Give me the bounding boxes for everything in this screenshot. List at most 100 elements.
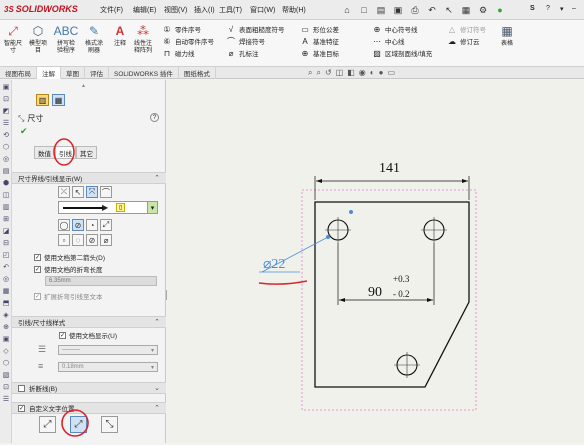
centerline-button[interactable]: ⋯ 中心线 bbox=[372, 35, 432, 47]
scene-icon[interactable]: ▭ bbox=[387, 68, 395, 79]
menu-help[interactable]: 帮助(H) bbox=[282, 5, 306, 15]
tool-strip-icon[interactable]: ↶ bbox=[1, 262, 11, 272]
tool-strip-icon[interactable]: ⬡ bbox=[1, 358, 11, 368]
menu-tools[interactable]: 工具(T) bbox=[219, 5, 242, 15]
smart-dimension-button[interactable]: ⤢ 智能尺寸 bbox=[2, 23, 24, 55]
horizontal-dimension-text[interactable]: 90 bbox=[368, 285, 382, 301]
hole-callout-button[interactable]: ⌀ 孔标注 bbox=[226, 47, 285, 59]
minimize-icon[interactable]: – bbox=[572, 5, 576, 12]
revision-cloud-button[interactable]: ☁ 修订云 bbox=[447, 35, 486, 47]
tool-strip-icon[interactable]: ◈ bbox=[1, 310, 11, 320]
area-hatch-button[interactable]: ▨ 区域剖面线/填充 bbox=[372, 47, 432, 59]
spell-check-button[interactable]: ABC 拼写检验程序 bbox=[54, 23, 79, 55]
menu-window[interactable]: 窗口(W) bbox=[250, 5, 275, 15]
tool-strip-icon[interactable]: ☰ bbox=[1, 118, 11, 128]
surface-finish-button[interactable]: √ 表面粗糙度符号 bbox=[226, 23, 285, 35]
tool-strip-icon[interactable]: ☰ bbox=[1, 394, 11, 404]
center-mark-button[interactable]: ⊕ 中心符号线 bbox=[372, 23, 432, 35]
tool-strip-icon[interactable]: ◇ bbox=[1, 346, 11, 356]
note-button[interactable]: A 注释 bbox=[109, 23, 131, 48]
format-painter-button[interactable]: ✎ 格式涂刷器 bbox=[83, 23, 105, 55]
datum-feature-button[interactable]: A 基准特征 bbox=[300, 35, 339, 47]
traffic-light-icon[interactable]: ● bbox=[493, 3, 507, 17]
balloon-icon: ① bbox=[163, 24, 171, 34]
tool-strip-icon[interactable]: ◰ bbox=[1, 250, 11, 260]
tool-strip-icon[interactable]: ⊞ bbox=[1, 214, 11, 224]
magnetic-line-icon: ⊓ bbox=[163, 48, 171, 58]
surface-finish-label: 表面粗糙度符号 bbox=[239, 27, 285, 34]
new-document-icon[interactable]: □ bbox=[357, 3, 371, 17]
heads-up-view-toolbar: ⌕ ⌕ ↺ ◫ ◧ ◉ ◐ ● ▭ bbox=[308, 68, 395, 79]
tool-strip-icon[interactable]: ◩ bbox=[1, 106, 11, 116]
tab-annotation[interactable]: 注解 bbox=[37, 67, 61, 79]
account-icon[interactable]: S bbox=[530, 5, 535, 12]
tab-view-layout[interactable]: 视图布局 bbox=[0, 67, 37, 79]
tool-strip-icon[interactable]: ▣ bbox=[1, 82, 11, 92]
arrowhead-icon bbox=[316, 179, 322, 183]
geometric-tolerance-button[interactable]: ▭ 形位公差 bbox=[300, 23, 339, 35]
undo-icon[interactable]: ↶ bbox=[425, 3, 439, 17]
tool-strip-icon[interactable]: ⊡ bbox=[1, 94, 11, 104]
tool-strip-icon[interactable]: ⟲ bbox=[1, 130, 11, 140]
menu-insert[interactable]: 插入(I) bbox=[194, 5, 215, 15]
balloon-label: 零件序号 bbox=[175, 27, 201, 34]
tool-strip-icon[interactable]: ⬒ bbox=[1, 298, 11, 308]
leader-handle-dot[interactable] bbox=[326, 235, 330, 239]
tool-strip-icon[interactable]: ⊟ bbox=[1, 238, 11, 248]
save-icon[interactable]: ▣ bbox=[391, 3, 405, 17]
tool-strip-icon[interactable]: ◪ bbox=[1, 226, 11, 236]
linear-note-pattern-button[interactable]: ⁂ 线性注释阵列 bbox=[132, 23, 154, 55]
datum-target-button[interactable]: ⊕ 基准目标 bbox=[300, 47, 339, 59]
print-icon[interactable]: ⎙ bbox=[408, 3, 422, 17]
zoom-area-icon[interactable]: ⌕ bbox=[316, 68, 320, 79]
tab-solidworks-addins[interactable]: SOLIDWORKS 插件 bbox=[109, 67, 179, 79]
tool-strip-icon[interactable]: ⊡ bbox=[1, 382, 11, 392]
zoom-to-fit-icon[interactable]: ⌕ bbox=[308, 68, 312, 79]
revision-symbol-button[interactable]: △ 修订符号 bbox=[447, 23, 486, 35]
leader-handle-dot[interactable] bbox=[349, 210, 353, 214]
revision-cloud-icon: ☁ bbox=[448, 36, 456, 46]
ribbon-column-symbols: √ 表面粗糙度符号 ⌒ 焊接符号 ⌀ 孔标注 bbox=[226, 23, 285, 59]
model-items-button[interactable]: ⬡ 模型项目 bbox=[27, 23, 49, 55]
open-folder-icon[interactable]: ▤ bbox=[374, 3, 388, 17]
diameter-dimension-text[interactable]: ⌀22 bbox=[263, 256, 285, 273]
hide-show-icon[interactable]: ◐ bbox=[370, 68, 375, 79]
menu-view[interactable]: 视图(V) bbox=[164, 5, 187, 15]
tool-strip-icon[interactable]: ◎ bbox=[1, 154, 11, 164]
auto-balloon-button[interactable]: ⑥ 自动零件序号 bbox=[162, 35, 214, 47]
tool-strip-icon[interactable]: ▤ bbox=[1, 166, 11, 176]
menu-file[interactable]: 文件(F) bbox=[100, 5, 123, 15]
drawing-canvas[interactable]: 141 ⌀22 90 +0.3 - 0.2 bbox=[167, 80, 584, 443]
tool-strip-icon[interactable]: ⊕ bbox=[1, 322, 11, 332]
home-icon[interactable]: ⌂ bbox=[340, 3, 354, 17]
help-dropdown-icon[interactable]: ▾ bbox=[560, 5, 564, 13]
tool-strip-icon[interactable]: ▦ bbox=[1, 286, 11, 296]
view-orientation-icon[interactable]: ◧ bbox=[347, 68, 355, 79]
menu-edit[interactable]: 编辑(E) bbox=[133, 5, 156, 15]
weld-symbol-button[interactable]: ⌒ 焊接符号 bbox=[226, 35, 285, 47]
balloon-button[interactable]: ① 零件序号 bbox=[162, 23, 214, 35]
section-view-icon[interactable]: ◫ bbox=[336, 68, 344, 79]
table-button[interactable]: ▦ 表格 bbox=[496, 23, 518, 48]
tool-strip-icon[interactable]: ◫ bbox=[1, 190, 11, 200]
help-icon[interactable]: ? bbox=[546, 5, 550, 12]
previous-view-icon[interactable]: ↺ bbox=[325, 68, 332, 79]
tab-sheet-format[interactable]: 图纸格式 bbox=[179, 67, 216, 79]
rebuild-icon[interactable]: ▦ bbox=[459, 3, 473, 17]
magnetic-line-button[interactable]: ⊓ 磁力线 bbox=[162, 47, 214, 59]
appearance-icon[interactable]: ● bbox=[379, 68, 384, 79]
options-gear-icon[interactable]: ⚙ bbox=[476, 3, 490, 17]
width-dimension-text[interactable]: 141 bbox=[379, 161, 400, 177]
spell-check-label: 拼写检验程序 bbox=[56, 41, 75, 54]
tool-strip-icon[interactable]: ▥ bbox=[1, 202, 11, 212]
tool-strip-icon[interactable]: ⬡ bbox=[1, 142, 11, 152]
display-style-icon[interactable]: ◉ bbox=[359, 68, 366, 79]
tool-strip-icon[interactable]: ⬢ bbox=[1, 178, 11, 188]
select-pointer-icon[interactable]: ↖ bbox=[442, 3, 456, 17]
tab-evaluate[interactable]: 评估 bbox=[85, 67, 109, 79]
tool-strip-icon[interactable]: ▧ bbox=[1, 370, 11, 380]
upper-tolerance-text: +0.3 bbox=[393, 274, 410, 284]
tab-sketch[interactable]: 草图 bbox=[61, 67, 85, 79]
tool-strip-icon[interactable]: ▣ bbox=[1, 334, 11, 344]
tool-strip-icon[interactable]: ◎ bbox=[1, 274, 11, 284]
